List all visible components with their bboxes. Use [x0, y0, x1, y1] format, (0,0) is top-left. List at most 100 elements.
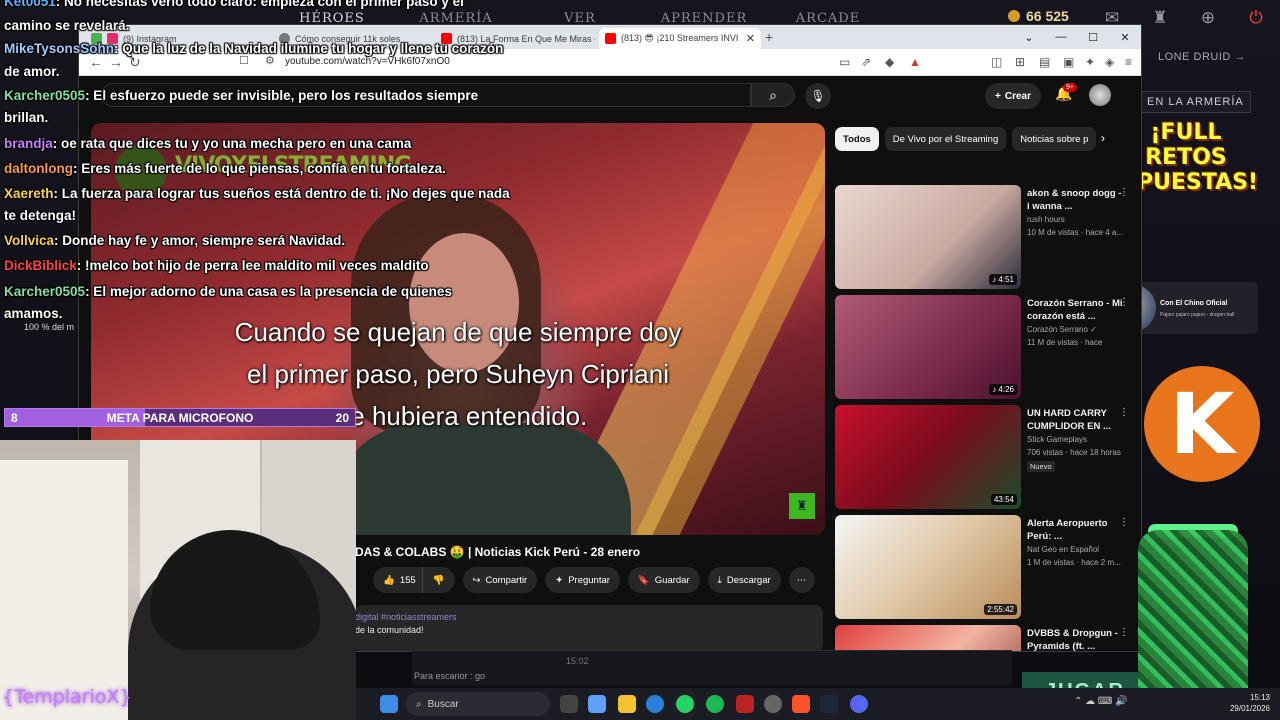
- chat-username[interactable]: Karcher0505: [4, 284, 85, 299]
- share-button[interactable]: ↪ Compartir: [462, 567, 538, 593]
- obs-icon[interactable]: [764, 695, 782, 713]
- video-thumbnail[interactable]: [835, 625, 1021, 651]
- chip-todos[interactable]: Todos: [835, 127, 879, 151]
- taskbar-search[interactable]: ⌕ Buscar: [406, 692, 550, 716]
- wallet-icon[interactable]: ▤: [1039, 55, 1050, 69]
- recommended-video[interactable]: DVBBS & Dropgun - Pyramids (ft. ...Spinn…: [835, 625, 1135, 651]
- more-options-icon[interactable]: ⋮: [1119, 407, 1129, 418]
- task-view-icon[interactable]: [560, 695, 578, 713]
- more-options-icon[interactable]: ⋮: [1119, 297, 1129, 308]
- edge-icon[interactable]: [646, 695, 664, 713]
- recommended-video[interactable]: 43:54 UN HARD CARRY CUMPLIDOR EN ... Stick…: [835, 405, 1135, 509]
- extension-icon-1[interactable]: ◫: [991, 55, 1002, 69]
- chat-username[interactable]: Vollvica: [4, 233, 54, 248]
- file-explorer-icon[interactable]: [618, 695, 636, 713]
- recommended-channel[interactable]: Corazón Serrano ✓: [1027, 325, 1097, 334]
- tab-list-icon[interactable]: ⌄: [1013, 25, 1045, 49]
- minimize-icon[interactable]: —: [1045, 25, 1077, 49]
- recommended-channel[interactable]: rush hours: [1027, 215, 1065, 224]
- extension-icon-2[interactable]: ⊞: [1015, 55, 1025, 69]
- windows-start-icon[interactable]: [380, 695, 398, 713]
- chat-username[interactable]: brandja: [4, 136, 53, 151]
- avatar[interactable]: [1089, 84, 1111, 106]
- dislike-button[interactable]: 👎: [421, 567, 455, 593]
- search-icon[interactable]: ⌕: [751, 83, 795, 107]
- discord-icon[interactable]: [850, 695, 868, 713]
- video-thumbnail[interactable]: 2:55:42: [835, 515, 1021, 619]
- screen-icon[interactable]: ▭: [839, 55, 850, 69]
- armeria-button[interactable]: EN LA ARMERÍA: [1140, 91, 1251, 113]
- meta-label: META PARA MICROFONO: [106, 411, 254, 425]
- maximize-icon[interactable]: ☐: [1077, 25, 1109, 49]
- back-icon[interactable]: ←: [89, 54, 103, 70]
- recommended-video[interactable]: ♪ 4:51 akon & snoop dogg - i wanna ... rus…: [835, 185, 1135, 289]
- recommended-title[interactable]: akon & snoop dogg - i wanna ...: [1027, 187, 1123, 213]
- chat-username[interactable]: MikeTysonsSohn: [4, 41, 114, 56]
- recommended-channel[interactable]: Nat Geo en Español: [1027, 545, 1099, 554]
- description-tags[interactable]: digital #noticiasstreamers: [355, 612, 457, 622]
- chat-username[interactable]: daltonlong: [4, 161, 73, 176]
- more-actions-icon[interactable]: ⋯: [788, 567, 815, 593]
- chat-text: brillan.: [4, 110, 49, 125]
- more-options-icon[interactable]: ⋮: [1119, 187, 1129, 198]
- save-button[interactable]: 🔖 Guardar: [627, 567, 700, 593]
- chat-username[interactable]: Karcher0505: [4, 88, 85, 103]
- spotify-icon[interactable]: [706, 695, 724, 713]
- chip-noticias[interactable]: Noticias sobre p: [1012, 127, 1097, 151]
- close-tab-icon[interactable]: ✕: [746, 32, 755, 45]
- recommended-title[interactable]: UN HARD CARRY CUMPLIDOR EN ...: [1027, 407, 1123, 433]
- chat-username[interactable]: Xaereth: [4, 186, 54, 201]
- video-thumbnail[interactable]: ♪ 4:26: [835, 295, 1021, 399]
- close-window-icon[interactable]: ✕: [1109, 25, 1141, 49]
- steam-icon[interactable]: [820, 695, 838, 713]
- bookmark-icon: 🔖: [637, 574, 650, 586]
- forward-icon[interactable]: →: [109, 54, 123, 70]
- plus-icon[interactable]: ⊕: [1184, 0, 1232, 36]
- sparkle-icon: ✦: [555, 574, 564, 586]
- tabs-icon[interactable]: ▣: [1063, 55, 1074, 69]
- chip-de-vivo[interactable]: De Vivo por el Streaming: [884, 127, 1007, 151]
- vpn-icon[interactable]: ◈: [1105, 55, 1114, 69]
- reload-icon[interactable]: ↻: [129, 54, 141, 71]
- more-options-icon[interactable]: ⋮: [1119, 627, 1129, 638]
- ask-button[interactable]: ✦ Preguntar: [545, 567, 620, 593]
- microphone-icon[interactable]: 🎙: [805, 83, 831, 109]
- new-tab-icon[interactable]: +: [765, 29, 773, 45]
- copilot-icon[interactable]: [588, 695, 606, 713]
- ai-icon[interactable]: ✦: [1085, 55, 1095, 69]
- recommended-video[interactable]: ♪ 4:26 Corazón Serrano - Mi corazón está …: [835, 295, 1135, 399]
- download-button[interactable]: ⤓ Descargar: [707, 567, 781, 593]
- armory-icon[interactable]: ♜: [1136, 0, 1184, 36]
- brave-icon[interactable]: [792, 695, 810, 713]
- whatsapp-icon[interactable]: [676, 695, 694, 713]
- chevron-right-icon[interactable]: ›: [1101, 131, 1105, 145]
- video-thumbnail[interactable]: 43:54: [835, 405, 1021, 509]
- tray-icons[interactable]: ⌃ ☁ ⌨ 🔊: [1074, 696, 1128, 707]
- like-button[interactable]: 👍 155: [373, 567, 422, 593]
- brave-shield-icon[interactable]: ◆: [885, 55, 894, 69]
- ask-label: Preguntar: [568, 574, 610, 586]
- power-icon[interactable]: ⏻: [1232, 0, 1280, 36]
- recommended-title[interactable]: Alerta Aeropuerto Perú: ...: [1027, 517, 1123, 543]
- recommended-video[interactable]: 2:55:42 Alerta Aeropuerto Perú: ... Nat Ge…: [835, 515, 1135, 619]
- tab-streamers[interactable]: (813) 😎 ¡210 Streamers INVI ✕: [599, 28, 761, 49]
- clock[interactable]: 15:13 29/01/2026: [1230, 692, 1270, 714]
- recommended-title[interactable]: Corazón Serrano - Mi corazón está ...: [1027, 297, 1123, 323]
- share-page-icon[interactable]: ⇗: [861, 55, 871, 69]
- clock-date: 29/01/2026: [1229, 704, 1270, 713]
- lone-druid-link[interactable]: LONE DRUID →: [1158, 51, 1246, 63]
- url-field[interactable]: youtube.com/watch?v=VHk6f07xnO0: [285, 56, 450, 67]
- crear-button[interactable]: + Crear: [985, 83, 1041, 109]
- recommended-title[interactable]: DVBBS & Dropgun - Pyramids (ft. ...: [1027, 627, 1123, 651]
- sub-chat-line: Para escanor : go: [414, 671, 486, 681]
- chat-username[interactable]: Ket0051: [4, 0, 56, 9]
- recommended-channel[interactable]: Stick Gameplays: [1027, 435, 1087, 444]
- more-options-icon[interactable]: ⋮: [1119, 517, 1129, 528]
- channel-corner-icon[interactable]: ♜: [789, 493, 815, 519]
- recommended-meta: 706 vistas · hace 18 horas: [1027, 448, 1121, 457]
- menu-icon[interactable]: ≡: [1125, 55, 1132, 69]
- video-thumbnail[interactable]: ♪ 4:51: [835, 185, 1021, 289]
- dota-icon[interactable]: [736, 695, 754, 713]
- warning-icon[interactable]: ▲: [909, 55, 921, 69]
- chat-username[interactable]: DickBiblick: [4, 258, 77, 273]
